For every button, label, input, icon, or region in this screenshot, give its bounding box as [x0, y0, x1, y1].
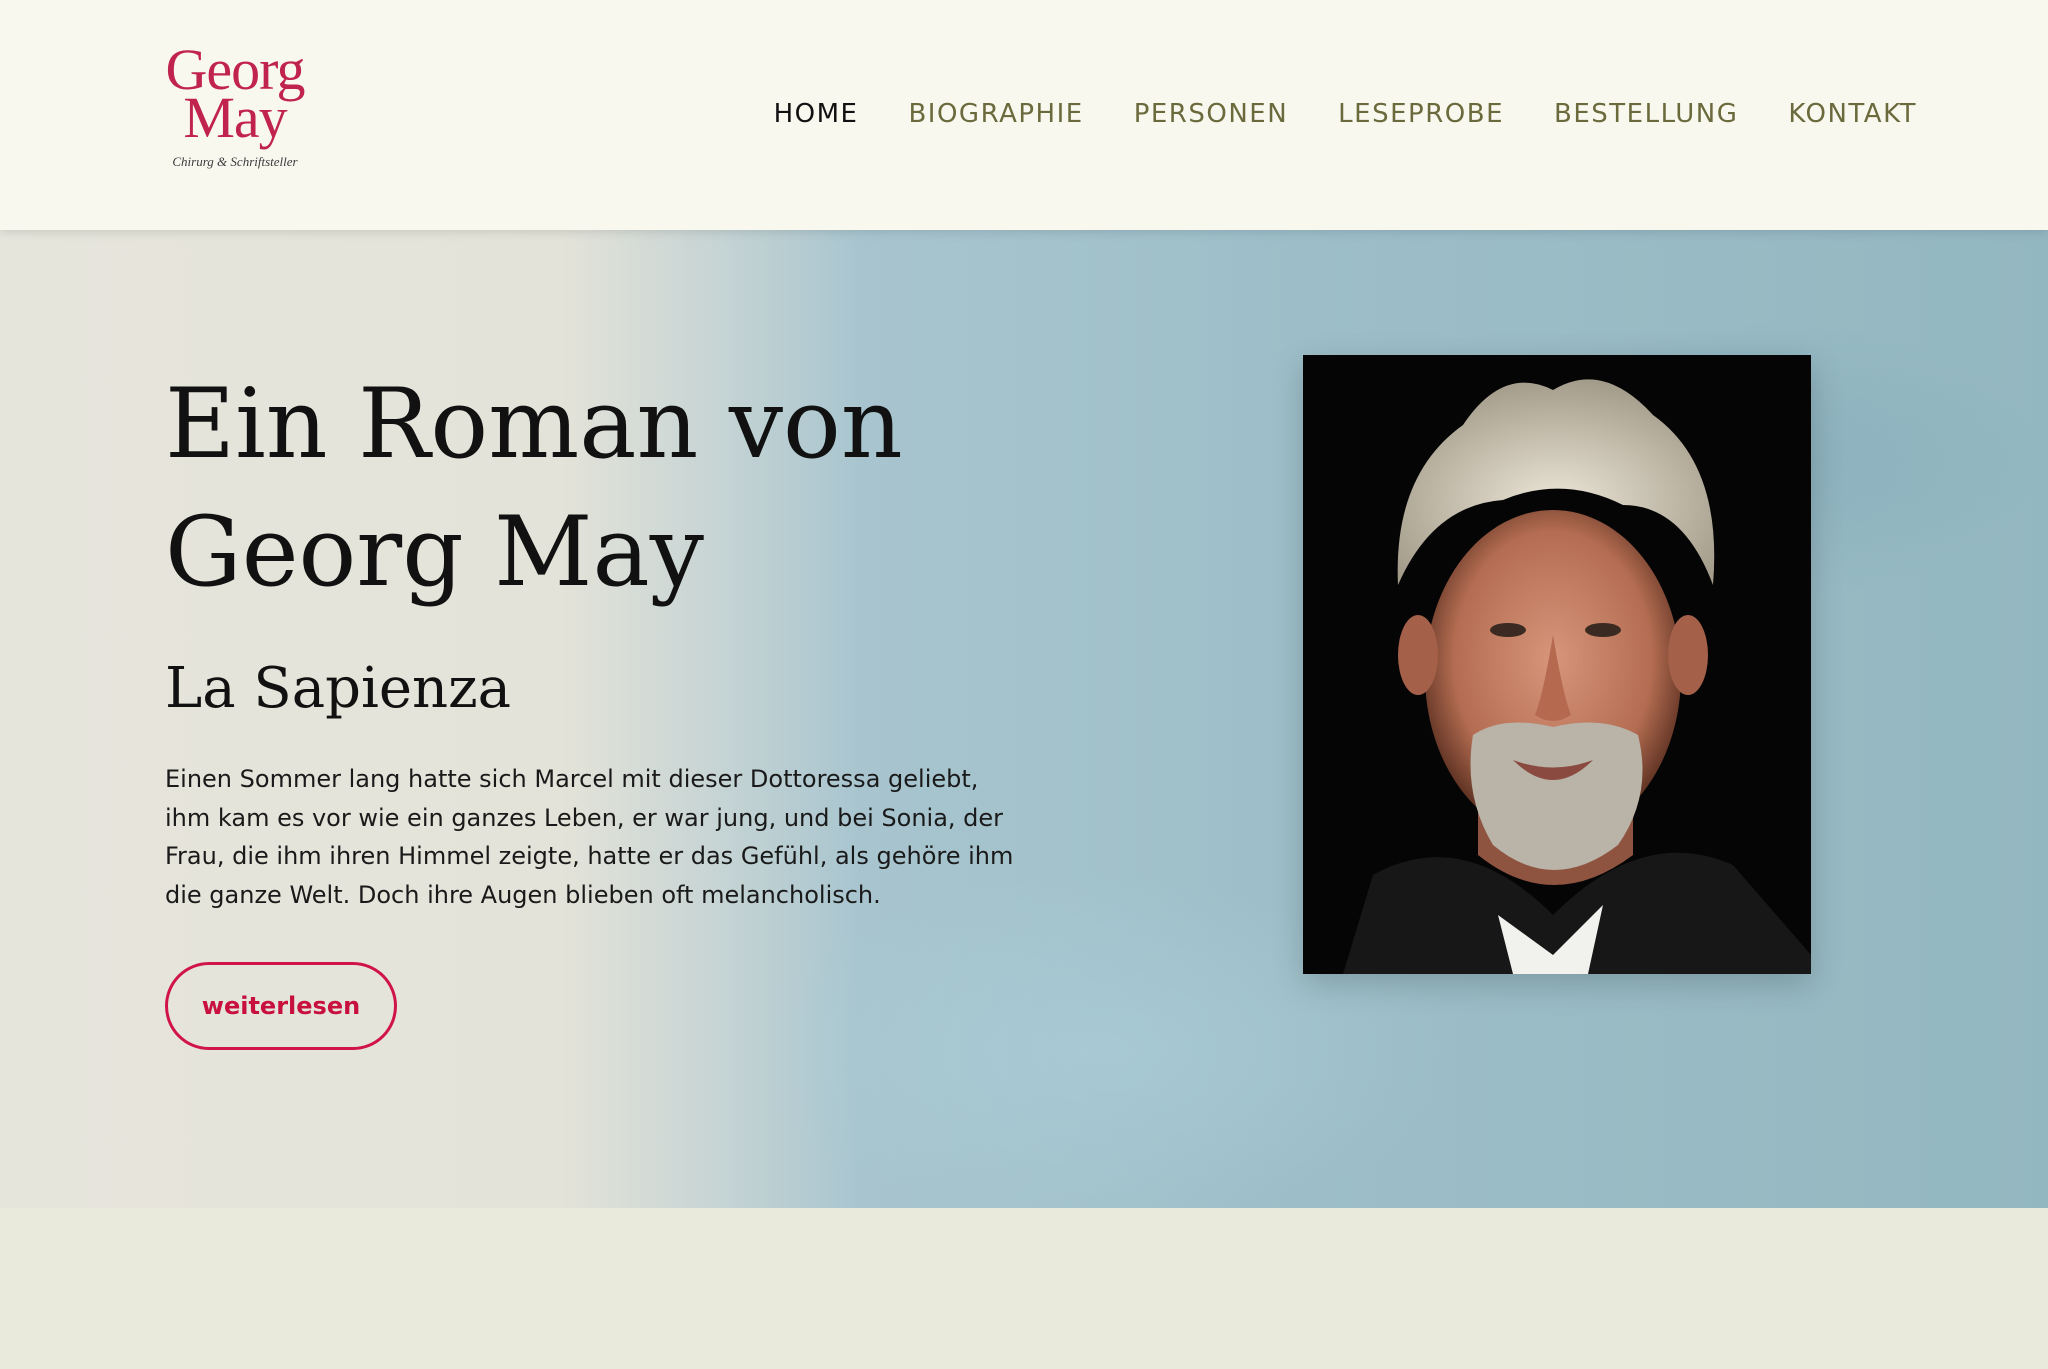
nav-item-personen[interactable]: PERSONEN [1134, 96, 1288, 132]
hero-title-line-1: Ein Roman von [165, 368, 903, 480]
hero-section: Ein Roman von Georg May La Sapienza Eine… [0, 230, 2048, 1208]
author-portrait [1303, 355, 1811, 974]
book-title: La Sapienza [165, 656, 511, 721]
nav-item-home[interactable]: HOME [774, 96, 859, 132]
hero-title-line-2: Georg May [165, 496, 704, 608]
hero-text-block: Ein Roman von Georg May La Sapienza Eine… [165, 360, 1045, 938]
nav-item-leseprobe[interactable]: LESEPROBE [1338, 96, 1504, 132]
site-logo[interactable]: Georg May Chirurg & Schriftsteller [160, 41, 310, 170]
logo-tagline: Chirurg & Schriftsteller [172, 154, 298, 169]
hero-title: Ein Roman von Georg May [165, 360, 1045, 616]
nav-item-kontakt[interactable]: KONTAKT [1788, 96, 1917, 132]
nav-item-biographie[interactable]: BIOGRAPHIE [908, 96, 1083, 132]
nav-item-bestellung[interactable]: BESTELLUNG [1554, 96, 1738, 132]
footer-band [0, 1208, 2048, 1369]
book-teaser-text: Einen Sommer lang hatte sich Marcel mit … [165, 765, 1014, 909]
main-nav: HOME BIOGRAPHIE PERSONEN LESEPROBE BESTE… [774, 96, 1917, 132]
author-portrait-icon [1303, 355, 1811, 974]
weiterlesen-button[interactable]: weiterlesen [165, 962, 397, 1050]
site-header: Georg May Chirurg & Schriftsteller HOME … [0, 0, 2048, 230]
